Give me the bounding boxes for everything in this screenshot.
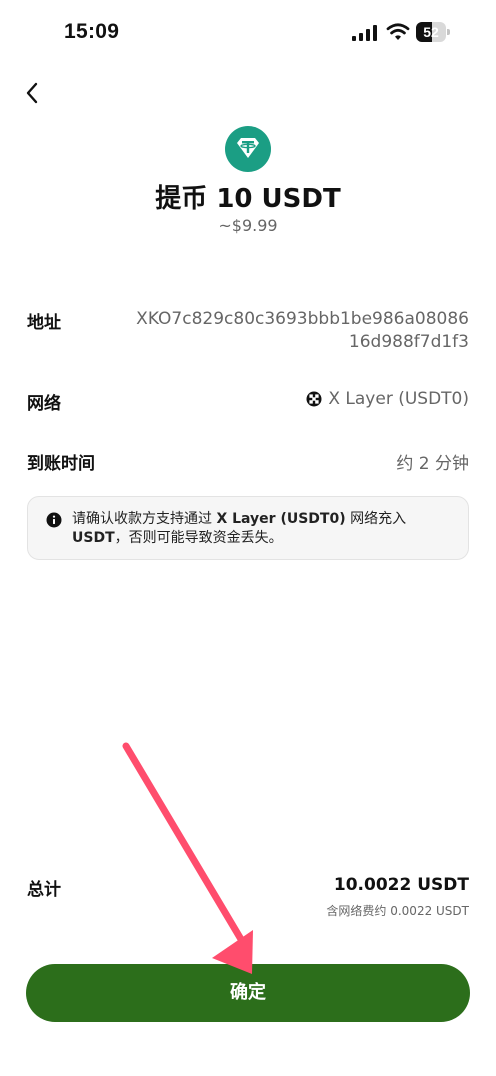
network-value: X Layer (USDT0) (306, 389, 469, 409)
network-name: X Layer (USDT0) (328, 389, 469, 409)
battery-level: 52 (423, 24, 439, 40)
usd-equivalent: ~$9.99 (218, 216, 278, 235)
notice-text: 请确认收款方支持通过 X Layer (USDT0) 网络充入 USDT，否则可… (72, 510, 457, 548)
back-button[interactable] (18, 78, 48, 108)
confirm-button[interactable]: 确定 (26, 964, 470, 1022)
notice-token: USDT (72, 530, 115, 546)
notice-network: X Layer (USDT0) (216, 511, 346, 527)
notice-text-part: ，否则可能导致资金丢失。 (114, 530, 283, 546)
total-value: 10.0022 USDT (333, 875, 469, 895)
notice-text-part: 请确认收款方支持通过 (72, 511, 217, 527)
tether-icon (237, 138, 259, 158)
wifi-icon (386, 23, 410, 40)
info-icon (46, 512, 62, 528)
arrival-time-value: 约 2 分钟 (396, 454, 469, 474)
token-logo (225, 126, 271, 172)
status-time: 15:09 (64, 20, 120, 43)
network-label: 网络 (27, 394, 61, 414)
address-value: XKO7c829c80c3693bbb1be986a0808616d988f7d… (136, 309, 469, 352)
back-chevron-icon (26, 82, 38, 104)
network-fee: 含网络费约 0.0022 USDT (326, 904, 469, 918)
notice-text-part: 网络充入 (345, 511, 407, 527)
okx-network-icon (306, 391, 322, 407)
warning-notice: 请确认收款方支持通过 X Layer (USDT0) 网络充入 USDT，否则可… (27, 496, 469, 560)
signal-icon (352, 25, 377, 41)
page-title: 提币 10 USDT (155, 184, 341, 214)
status-bar: 15:09 52 (0, 0, 496, 68)
address-label: 地址 (27, 313, 61, 333)
arrival-time-label: 到账时间 (27, 454, 95, 474)
total-label: 总计 (27, 880, 61, 900)
battery-indicator: 52 (416, 22, 450, 42)
